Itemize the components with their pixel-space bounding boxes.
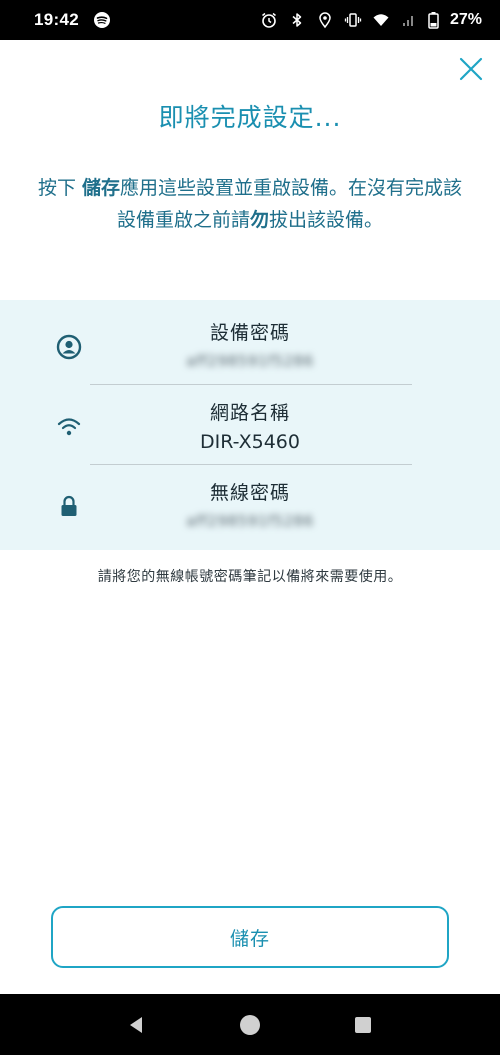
status-right: 27% [260, 11, 482, 29]
close-icon [459, 57, 483, 81]
instructions-part1: 按下 [37, 177, 82, 199]
instructions-part3: 拔出該設備。 [269, 209, 384, 231]
device-password-value: aff298591f5286 [186, 352, 314, 370]
device-password-label: 設備密碼 [209, 322, 290, 344]
status-time: 19:42 [34, 10, 79, 29]
battery-icon [428, 11, 440, 29]
instructions-bold-save: 儲存 [82, 177, 121, 199]
info-panel: 設備密碼 aff298591f5286 網路名稱 DIR-X5460 無線密碼 … [0, 300, 500, 550]
instructions-bold-dont: 勿 [249, 209, 269, 231]
close-button[interactable] [456, 54, 486, 84]
page-title: 即將完成設定... [158, 103, 342, 132]
lock-icon [56, 494, 82, 520]
instructions-text: 按下 儲存應用這些設置並重啟設備。在沒有完成該設備重啟之前請勿拔出該設備。 [30, 172, 470, 236]
location-icon [316, 11, 334, 29]
back-icon [129, 1016, 142, 1033]
navigation-bar [0, 994, 500, 1055]
network-name-value: DIR-X5460 [200, 431, 300, 453]
signal-icon [400, 11, 418, 29]
divider [90, 464, 412, 465]
status-bar: 19:42 27% [0, 0, 500, 40]
vibrate-icon [344, 11, 362, 29]
network-name-label: 網路名稱 [209, 402, 290, 424]
divider [90, 384, 412, 385]
wifi-status-icon [372, 11, 390, 29]
wifi-icon [56, 414, 82, 440]
back-button[interactable] [123, 1011, 151, 1039]
recents-button[interactable] [349, 1011, 377, 1039]
wireless-password-label: 無線密碼 [209, 482, 290, 504]
status-left: 19:42 [34, 10, 111, 30]
wireless-password-row: 無線密碼 aff298591f5286 [0, 468, 500, 548]
device-password-row: 設備密碼 aff298591f5286 [0, 310, 500, 390]
spotify-icon [93, 11, 111, 29]
bluetooth-icon [288, 11, 306, 29]
save-button[interactable]: 儲存 [51, 906, 449, 968]
recents-icon [355, 1016, 372, 1033]
home-icon [239, 1014, 260, 1035]
wireless-password-value: aff298591f5286 [186, 512, 314, 530]
user-icon [56, 334, 82, 360]
network-name-row: 網路名稱 DIR-X5460 [0, 388, 500, 468]
home-button[interactable] [236, 1011, 264, 1039]
note-text: 請將您的無線帳號密碼筆記以備將來需要使用。 [97, 569, 403, 585]
alarm-icon [260, 11, 278, 29]
battery-percent: 27% [449, 11, 482, 28]
